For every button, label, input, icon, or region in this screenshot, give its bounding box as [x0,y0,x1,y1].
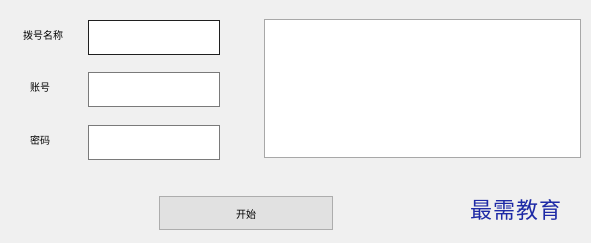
password-input[interactable] [88,125,220,160]
log-textarea[interactable] [264,19,581,158]
account-label: 账号 [30,83,50,94]
watermark-logo: 最需教育 [470,199,563,224]
dial-name-label: 拨号名称 [23,31,63,42]
password-label: 密码 [30,136,50,147]
account-input[interactable] [88,72,220,107]
dial-name-input[interactable] [88,20,220,55]
start-button[interactable]: 开始 [159,196,333,230]
